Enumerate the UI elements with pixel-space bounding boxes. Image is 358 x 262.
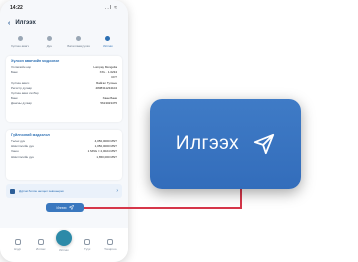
bottom-tab-bar: Нүүр Илгээх Илгээх Түүх Тохиргоо <box>0 228 128 262</box>
history-icon <box>84 239 91 245</box>
tab-label: Тохиргоо <box>104 247 117 251</box>
step-send: Илгээх <box>94 34 122 54</box>
row-key: Шимтгэлийн дүн <box>11 154 34 159</box>
step-confirm: Баталгаажуулах <box>65 34 93 54</box>
page-title: Илгээх <box>15 20 36 26</box>
step-label: Баталгаажуулах <box>67 44 90 48</box>
step-dot <box>105 36 111 41</box>
tab-label: Илгээх <box>36 247 46 251</box>
recipient-info-card: Хүлээн авагчийн мэдээлэл Хэтэвчийн нэр Lu… <box>6 56 122 122</box>
row-value: 1,650,000 MNT <box>96 154 117 159</box>
step-dot <box>76 36 82 41</box>
step-label: Дүн <box>46 44 52 48</box>
status-bar: 14:22 ..l ≈ <box>0 0 128 16</box>
send-icon <box>68 205 74 210</box>
tab-label: Түүх <box>83 247 91 251</box>
tab-home[interactable]: Нүүр <box>9 239 27 251</box>
notice-text: Дүрэм болон нөхцөл зөвшөөрөх <box>19 189 64 193</box>
row-value: 4838311234104 <box>95 85 117 90</box>
settings-icon <box>107 239 114 245</box>
back-chevron-icon[interactable]: ‹ <box>8 20 10 27</box>
send-icon <box>254 133 275 155</box>
step-recipient: Хүлээн авагч <box>6 34 34 54</box>
info-row: Дансны дугаар 5613023475 <box>11 101 117 106</box>
step-dot <box>46 36 52 41</box>
tab-settings[interactable]: Тохиргоо <box>101 239 119 251</box>
step-label: Илгээх <box>103 44 113 48</box>
send-tab-icon <box>37 239 44 245</box>
screen-header: ‹ Илгээх <box>0 16 128 30</box>
step-amount: Дүн <box>35 34 63 54</box>
chevron-right-icon: › <box>116 188 118 194</box>
home-icon <box>14 239 21 245</box>
callout-connector-vertical <box>240 189 242 209</box>
tab-history[interactable]: Түүх <box>78 239 96 251</box>
step-dot <box>17 36 23 41</box>
status-time: 14:22 <box>10 5 23 11</box>
tab-label: Илгээх <box>59 248 69 252</box>
info-row: Шимтгэлийн дүн 1,650,000 MNT <box>11 155 117 160</box>
step-label: Хүлээн авагч <box>10 44 30 48</box>
phone-screen: 14:22 ..l ≈ ‹ Илгээх Хүлээн авагч Дүн Ба… <box>0 0 128 262</box>
progress-stepper: Хүлээн авагч Дүн Баталгаажуулах Илгээх <box>6 34 122 54</box>
terms-notice[interactable]: Дүрэм болон нөхцөл зөвшөөрөх › <box>6 184 122 198</box>
send-button-label: Илгээх <box>175 133 240 154</box>
row-key: Дансны дугаар <box>11 101 32 106</box>
send-button-small[interactable]: Илгээх <box>46 203 84 212</box>
send-button-large[interactable]: Илгээх <box>150 99 301 189</box>
card-title: Хүлээн авагчийн мэдээлэл <box>11 59 60 63</box>
tab-label: Нүүр <box>14 247 22 251</box>
card-title: Гүйлгээний мэдээлэл <box>11 133 50 137</box>
row-key: Банк <box>11 70 18 75</box>
transfer-info-card: Гүйлгээний мэдээлэл Төлөх дүн 4,050,0000 … <box>6 130 122 180</box>
send-button-label: Илгээх <box>56 205 67 210</box>
tab-send[interactable]: Илгээх <box>32 239 50 251</box>
row-value: 5613023475 <box>100 101 117 106</box>
callout-connector-horizontal <box>84 207 242 209</box>
tab-center-action[interactable]: Илгээх <box>55 230 73 252</box>
document-icon <box>10 188 15 194</box>
signal-icon: ..l ≈ <box>104 5 118 11</box>
center-action-icon <box>55 230 72 246</box>
